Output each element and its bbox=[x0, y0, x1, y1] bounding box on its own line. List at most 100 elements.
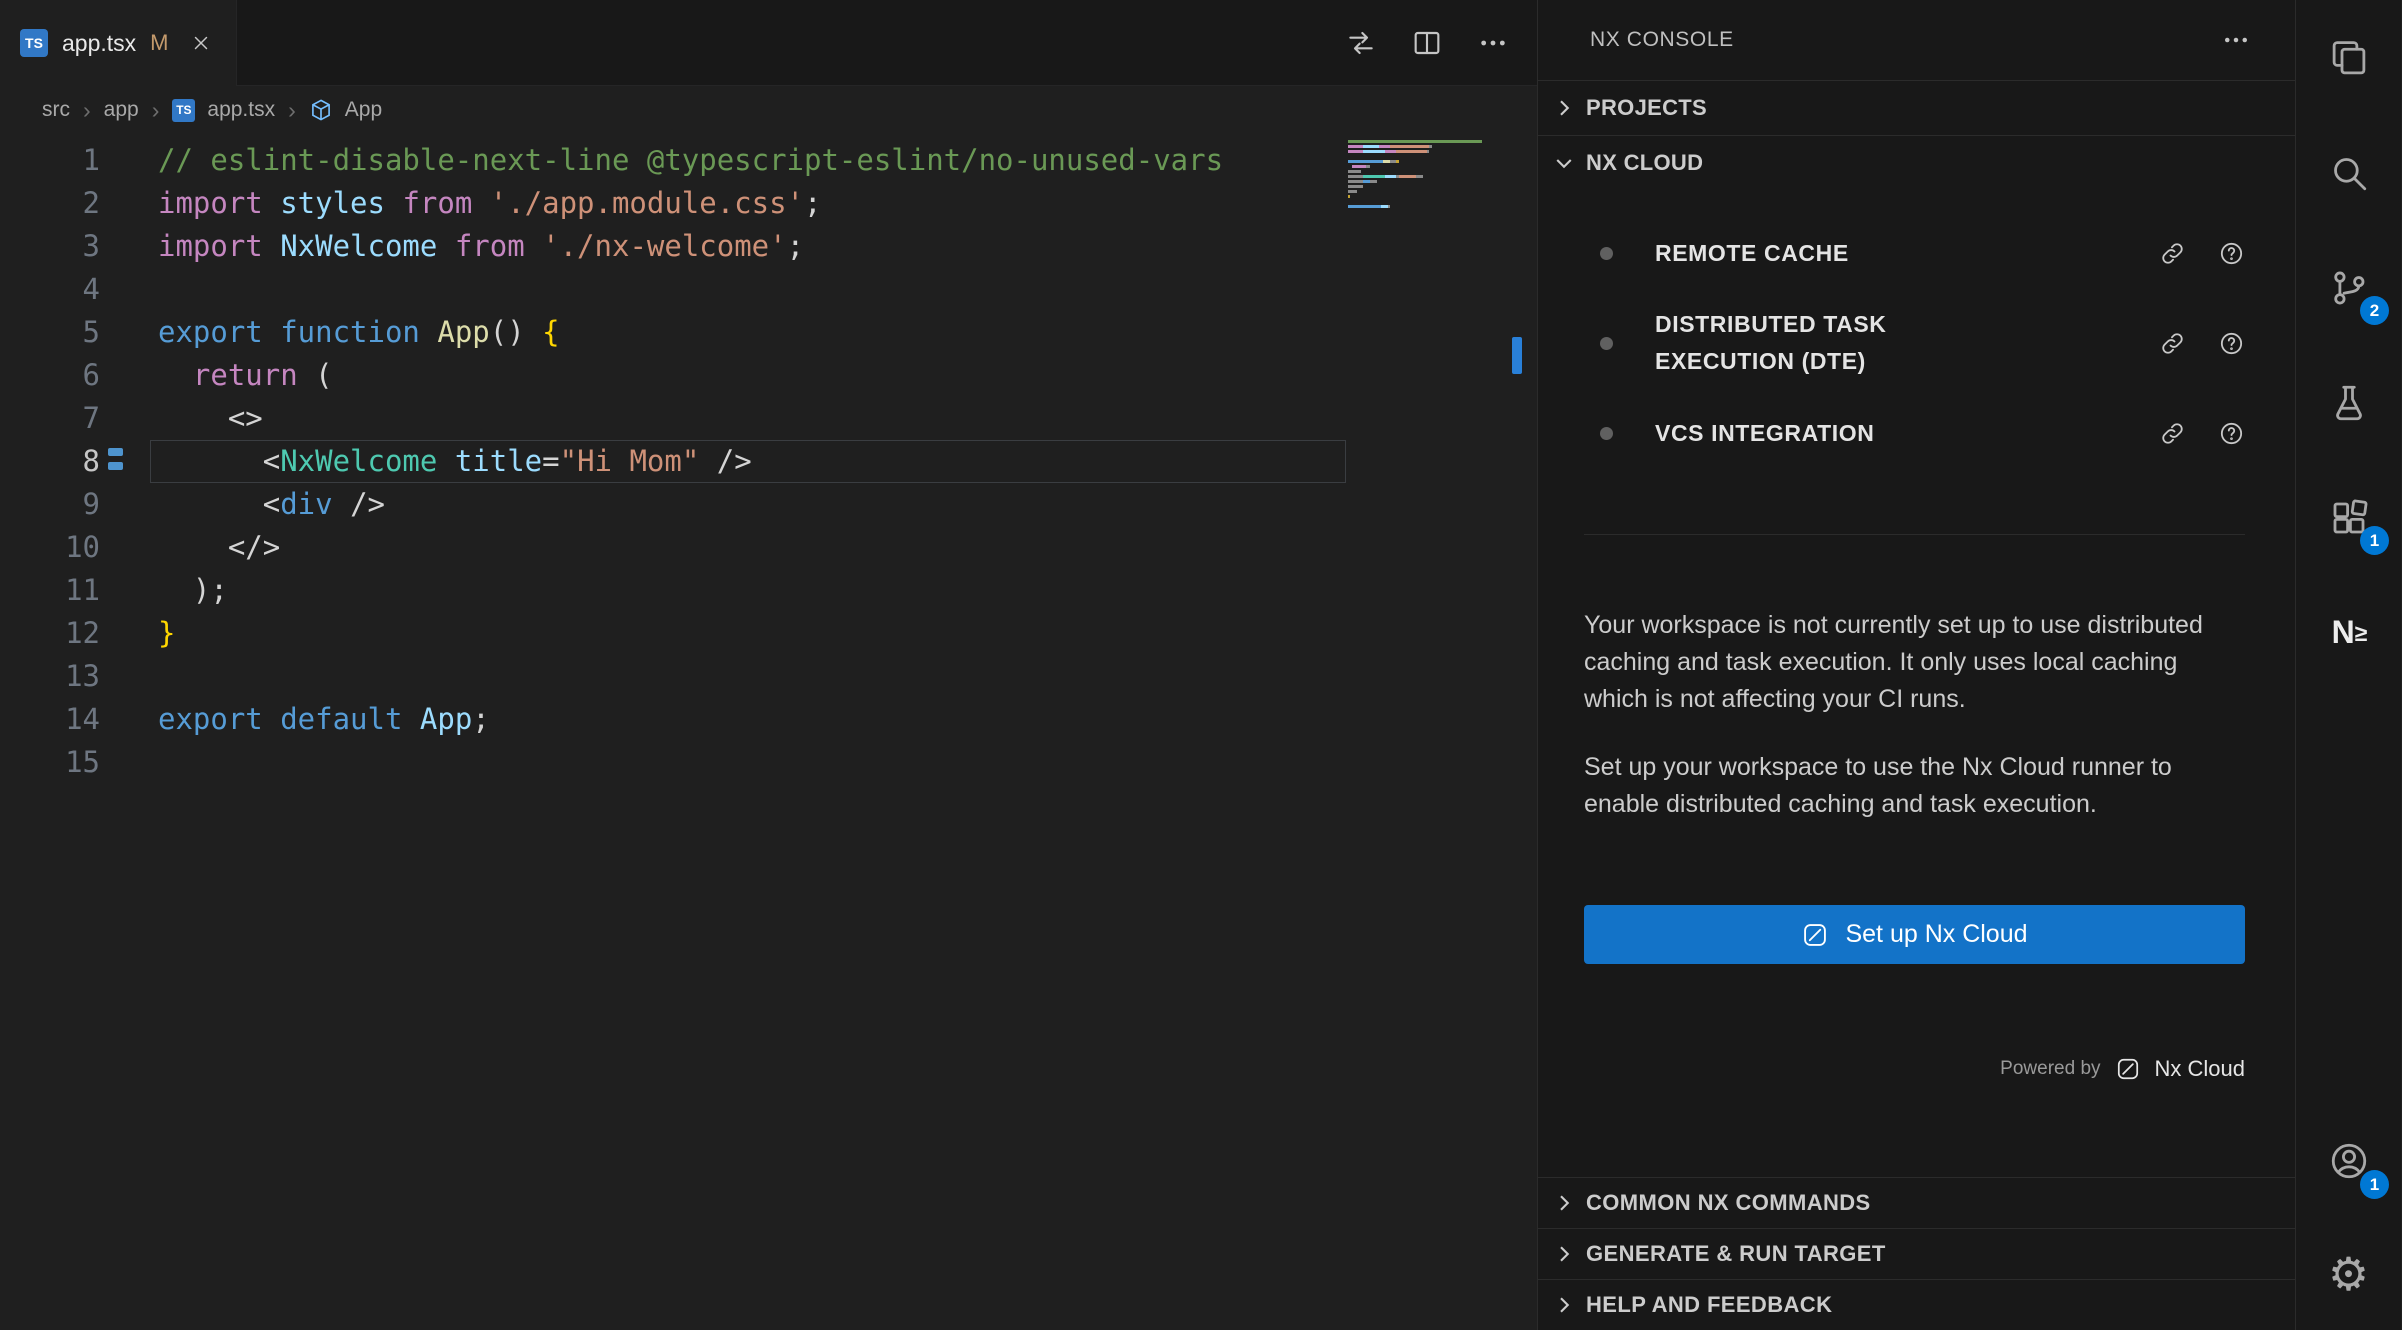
code-line-6[interactable]: 6 return ( bbox=[0, 354, 1537, 397]
activity-nx-console[interactable]: N≥ bbox=[2296, 575, 2401, 690]
open-changes-icon[interactable] bbox=[1343, 25, 1379, 61]
help-icon[interactable] bbox=[2218, 330, 2245, 357]
status-dot-icon bbox=[1600, 247, 1613, 260]
feature-label: DISTRIBUTED TASK EXECUTION (DTE) bbox=[1655, 306, 1989, 380]
breadcrumb-app[interactable]: app bbox=[104, 98, 139, 122]
code-line-15[interactable]: 15 bbox=[0, 741, 1537, 784]
code-text: import styles from './app.module.css'; bbox=[100, 182, 822, 225]
activity-extensions[interactable]: 1 bbox=[2296, 460, 2401, 575]
gutter-change-marker bbox=[108, 462, 123, 470]
git-modified-badge: M bbox=[150, 30, 168, 56]
connect-icon[interactable] bbox=[2159, 240, 2186, 267]
code-line-7[interactable]: 7 <> bbox=[0, 397, 1537, 440]
minimap-line bbox=[1348, 175, 1510, 178]
activity-source-control[interactable]: 2 bbox=[2296, 230, 2401, 345]
nx-cloud-icon bbox=[1801, 921, 1829, 949]
count-badge: 2 bbox=[2360, 296, 2389, 325]
code-line-10[interactable]: 10 </> bbox=[0, 526, 1537, 569]
setup-nx-cloud-button[interactable]: Set up Nx Cloud bbox=[1584, 905, 2245, 964]
code-editor[interactable]: 1// eslint-disable-next-line @typescript… bbox=[0, 134, 1537, 784]
activity-explorer[interactable] bbox=[2296, 0, 2401, 115]
minimap-line bbox=[1348, 170, 1510, 173]
minimap-line bbox=[1348, 200, 1510, 203]
code-line-13[interactable]: 13 bbox=[0, 655, 1537, 698]
line-number: 1 bbox=[0, 139, 100, 182]
line-number: 11 bbox=[0, 569, 100, 612]
code-line-14[interactable]: 14export default App; bbox=[0, 698, 1537, 741]
feature-label: REMOTE CACHE bbox=[1655, 235, 1989, 272]
setup-button-label: Set up Nx Cloud bbox=[1845, 920, 2027, 949]
tab-app-tsx[interactable]: TS app.tsx M bbox=[0, 0, 237, 86]
minimap-line bbox=[1348, 160, 1510, 163]
section-label: NX CLOUD bbox=[1586, 150, 1703, 176]
activity-search[interactable] bbox=[2296, 115, 2401, 230]
gutter-change-marker bbox=[108, 448, 123, 456]
code-line-12[interactable]: 12} bbox=[0, 612, 1537, 655]
code-line-2[interactable]: 2import styles from './app.module.css'; bbox=[0, 182, 1537, 225]
chevron-down-icon bbox=[1552, 151, 1576, 175]
breadcrumb-symbol[interactable]: App bbox=[345, 98, 382, 122]
activity-accounts[interactable]: 1 bbox=[2296, 1104, 2401, 1217]
minimap[interactable] bbox=[1348, 140, 1510, 215]
more-actions-icon[interactable] bbox=[2221, 25, 2251, 55]
typescript-file-icon: TS bbox=[172, 99, 195, 122]
status-dot-icon bbox=[1600, 337, 1613, 350]
activity-testing[interactable] bbox=[2296, 345, 2401, 460]
beaker-icon bbox=[2328, 382, 2370, 424]
split-editor-icon[interactable] bbox=[1409, 25, 1445, 61]
connect-icon[interactable] bbox=[2159, 330, 2186, 357]
editor-area: TS app.tsx M src › app › TS app.tsx › Ap… bbox=[0, 0, 1537, 1330]
section-help-and-feedback[interactable]: HELP AND FEEDBACK bbox=[1538, 1279, 2295, 1330]
line-number: 7 bbox=[0, 397, 100, 440]
code-line-3[interactable]: 3import NxWelcome from './nx-welcome'; bbox=[0, 225, 1537, 268]
minimap-line bbox=[1348, 145, 1510, 148]
minimap-line bbox=[1348, 205, 1510, 208]
status-dot-icon bbox=[1600, 427, 1613, 440]
code-line-8[interactable]: 8 <NxWelcome title="Hi Mom" /> bbox=[0, 440, 1537, 483]
activity-settings[interactable]: ⚙ bbox=[2296, 1217, 2401, 1330]
feature-vcs-integration: VCS INTEGRATION bbox=[1584, 388, 2245, 478]
nx-cloud-brand: Nx Cloud bbox=[2155, 1056, 2245, 1082]
section-nx-cloud[interactable]: NX CLOUD bbox=[1538, 135, 2295, 190]
code-text: <> bbox=[100, 397, 263, 440]
section-label: HELP AND FEEDBACK bbox=[1586, 1292, 1832, 1318]
code-line-5[interactable]: 5export function App() { bbox=[0, 311, 1537, 354]
breadcrumb-src[interactable]: src bbox=[42, 98, 70, 122]
files-icon bbox=[2328, 37, 2370, 79]
powered-by-label: Powered by bbox=[2000, 1058, 2100, 1080]
close-tab-icon[interactable] bbox=[190, 32, 212, 54]
minimap-line bbox=[1348, 155, 1510, 158]
code-text: <NxWelcome title="Hi Mom" /> bbox=[100, 440, 752, 483]
chevron-separator: › bbox=[82, 97, 92, 124]
more-actions-icon[interactable] bbox=[1475, 25, 1511, 61]
line-number: 2 bbox=[0, 182, 100, 225]
workspace-status-text: Your workspace is not currently set up t… bbox=[1584, 607, 2245, 718]
section-label: GENERATE & RUN TARGET bbox=[1586, 1241, 1886, 1267]
help-icon[interactable] bbox=[2218, 420, 2245, 447]
minimap-line bbox=[1348, 195, 1510, 198]
divider bbox=[1584, 534, 2245, 535]
breadcrumb-file[interactable]: app.tsx bbox=[207, 98, 275, 122]
help-icon[interactable] bbox=[2218, 240, 2245, 267]
chevron-separator: › bbox=[287, 97, 297, 124]
section-generate-run-target[interactable]: GENERATE & RUN TARGET bbox=[1538, 1228, 2295, 1279]
code-line-11[interactable]: 11 ); bbox=[0, 569, 1537, 612]
symbol-cube-icon bbox=[309, 98, 333, 122]
line-number: 3 bbox=[0, 225, 100, 268]
tab-bar: TS app.tsx M bbox=[0, 0, 1537, 86]
connect-icon[interactable] bbox=[2159, 420, 2186, 447]
code-line-4[interactable]: 4 bbox=[0, 268, 1537, 311]
section-projects[interactable]: PROJECTS bbox=[1538, 80, 2295, 135]
code-line-1[interactable]: 1// eslint-disable-next-line @typescript… bbox=[0, 139, 1537, 182]
nx-cloud-logo-icon bbox=[2115, 1056, 2141, 1082]
code-text: return ( bbox=[100, 354, 333, 397]
chevron-right-icon bbox=[1552, 1293, 1576, 1317]
tab-label: app.tsx bbox=[62, 30, 136, 57]
minimap-line bbox=[1348, 150, 1510, 153]
editor-actions bbox=[1343, 0, 1511, 86]
section-common-nx-commands[interactable]: COMMON NX COMMANDS bbox=[1538, 1177, 2295, 1228]
code-text: export function App() { bbox=[100, 311, 560, 354]
feature-distributed-task-execution-dte: DISTRIBUTED TASK EXECUTION (DTE) bbox=[1584, 298, 2245, 388]
breadcrumb: src › app › TS app.tsx › App bbox=[0, 86, 1537, 134]
code-line-9[interactable]: 9 <div /> bbox=[0, 483, 1537, 526]
